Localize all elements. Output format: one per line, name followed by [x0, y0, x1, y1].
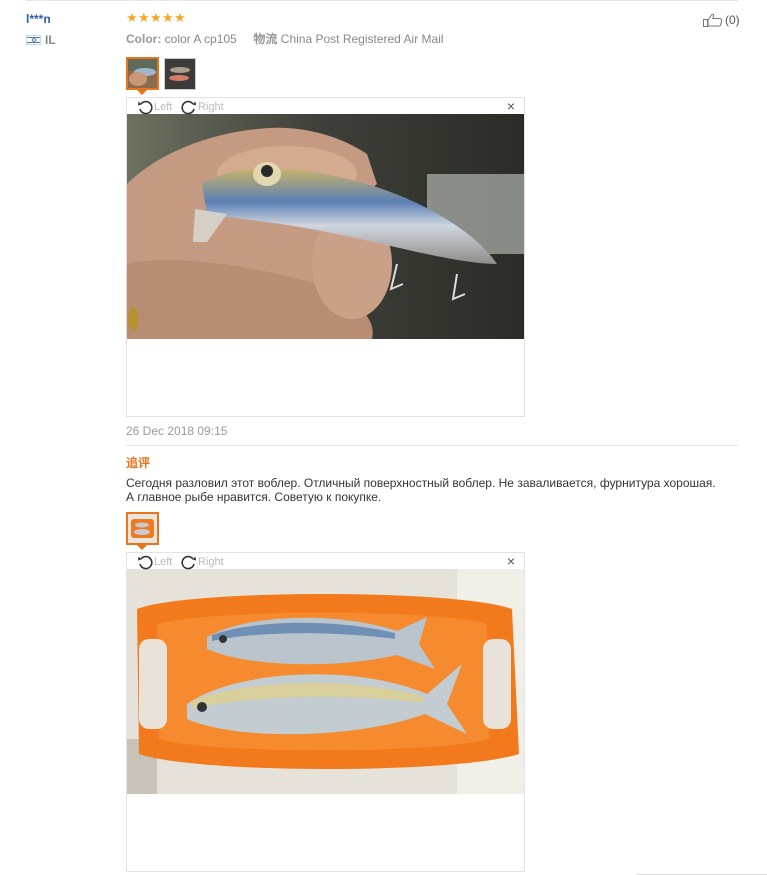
- followup-text: Сегодня разловил этот воблер. Отличный п…: [126, 476, 716, 504]
- helpful-count: (0): [725, 13, 740, 27]
- followup-thumbnail-1[interactable]: [126, 512, 159, 545]
- top-divider: [26, 0, 738, 1]
- star-icon: ★: [138, 10, 150, 25]
- review-photo-fish: [127, 569, 524, 794]
- rotate-right-button[interactable]: Right: [181, 99, 224, 115]
- viewer-toolbar: Left Right ×: [127, 553, 524, 570]
- star-icon: ★: [126, 10, 138, 25]
- review-thumbnail-1[interactable]: [126, 57, 159, 90]
- review-photo-lure: [127, 114, 524, 339]
- rotate-right-icon: [181, 100, 196, 115]
- star-icon: ★: [174, 10, 186, 25]
- followup-label: 追评: [126, 456, 151, 470]
- star-icon: ★: [150, 10, 162, 25]
- buyer-country: IL: [26, 33, 56, 47]
- buyer-name[interactable]: l***n: [26, 12, 51, 26]
- rotate-right-label: Right: [198, 556, 224, 568]
- rotate-right-label: Right: [198, 101, 224, 113]
- logistics-value: China Post Registered Air Mail: [280, 32, 444, 46]
- rotate-left-button[interactable]: Left: [137, 99, 172, 115]
- rotate-left-label: Left: [154, 556, 173, 568]
- review-meta: Color: color A cp105 物流 China Post Regis…: [126, 30, 444, 47]
- color-label: Color:: [126, 32, 162, 46]
- rotate-left-icon: [138, 555, 153, 570]
- image-viewer-2: Left Right ×: [126, 552, 525, 872]
- thumbnail-caret: [137, 90, 147, 95]
- israel-flag-icon: [26, 35, 41, 45]
- helpful-button[interactable]: (0): [703, 13, 740, 27]
- star-rating: ★ ★ ★ ★ ★: [126, 10, 186, 25]
- thumbnail-caret: [137, 545, 147, 550]
- review-date: 26 Dec 2018 09:15: [126, 424, 228, 438]
- rotate-left-button[interactable]: Left: [137, 554, 172, 570]
- followup-divider: [126, 445, 738, 446]
- rotate-left-icon: [138, 100, 153, 115]
- close-icon[interactable]: ×: [507, 553, 515, 569]
- review-thumbnail-2[interactable]: [164, 58, 196, 90]
- thumbs-up-icon: [703, 13, 723, 27]
- image-viewer-1: Left Right ×: [126, 97, 525, 417]
- close-icon[interactable]: ×: [507, 98, 515, 114]
- viewer-toolbar: Left Right ×: [127, 98, 524, 115]
- rotate-right-icon: [181, 555, 196, 570]
- color-value: color A cp105: [164, 32, 237, 46]
- rotate-right-button[interactable]: Right: [181, 554, 224, 570]
- logistics-label: 物流: [253, 32, 278, 46]
- country-code: IL: [45, 33, 56, 47]
- star-icon: ★: [162, 10, 174, 25]
- rotate-left-label: Left: [154, 101, 173, 113]
